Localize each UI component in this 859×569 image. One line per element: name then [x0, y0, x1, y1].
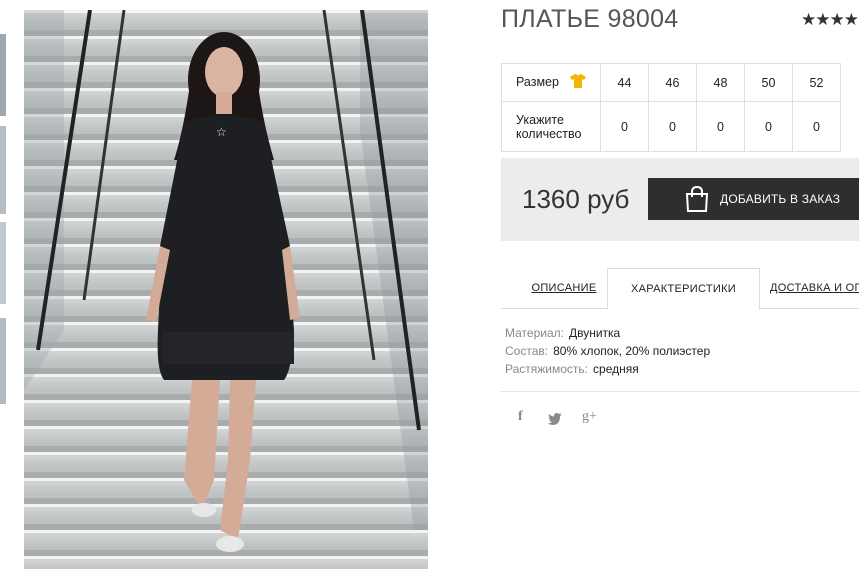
quantity-row: Укажите количество 0 0 0 0 0: [501, 101, 841, 152]
size-44: 44: [600, 63, 649, 102]
characteristic-value: средняя: [593, 362, 639, 376]
thumbnail-strip: [0, 0, 6, 569]
size-row: Размер 44 46 48 50 52: [501, 63, 841, 102]
divider: [501, 391, 859, 392]
tab-delivery[interactable]: ДОСТАВКА И ОПЛАТА: [770, 268, 859, 308]
size-label: Размер: [516, 74, 559, 89]
tab-delivery-label: ДОСТАВКА И ОПЛАТА: [770, 282, 859, 294]
size-48: 48: [696, 63, 745, 102]
tab-characteristics-label: ХАРАКТЕРИСТИКИ: [630, 283, 737, 295]
size-table: Размер 44 46 48 50 52 Укажите количество…: [501, 63, 841, 152]
size-50: 50: [744, 63, 793, 102]
thumbnail-1[interactable]: [0, 34, 6, 116]
quantity-input-46[interactable]: 0: [648, 101, 697, 152]
characteristic-row: Состав: 80% хлопок, 20% полиэстер: [505, 342, 710, 360]
thumbnail-2[interactable]: [0, 126, 6, 214]
product-photo-image: ☆: [24, 10, 428, 569]
thumbnail-4[interactable]: [0, 318, 6, 404]
characteristics-list: Материал: Двунитка Состав: 80% хлопок, 20%…: [505, 324, 710, 378]
quantity-input-52[interactable]: 0: [792, 101, 841, 152]
quantity-input-50[interactable]: 0: [744, 101, 793, 152]
characteristic-value: 80% хлопок, 20% полиэстер: [553, 344, 711, 358]
thumbnail-3[interactable]: [0, 222, 6, 304]
google-plus-icon[interactable]: g+: [582, 409, 597, 425]
quantity-label-cell: Укажите количество: [501, 101, 601, 152]
size-guide-icon[interactable]: [570, 74, 587, 91]
product-tabs: ОПИСАНИЕ ХАРАКТЕРИСТИКИ ДОСТАВКА И ОПЛАТ…: [501, 268, 859, 310]
svg-text:☆: ☆: [216, 125, 227, 139]
product-photo[interactable]: ☆: [24, 10, 428, 569]
price: 1360 руб: [522, 184, 630, 214]
add-to-order-label: ДОБАВИТЬ В ЗАКАЗ: [720, 192, 841, 206]
add-to-order-button[interactable]: ДОБАВИТЬ В ЗАКАЗ: [648, 178, 859, 220]
quantity-label-line2: количество: [516, 126, 582, 141]
characteristic-key: Растяжимость:: [505, 362, 589, 376]
characteristic-row: Растяжимость: средняя: [505, 360, 710, 378]
characteristic-key: Материал:: [505, 326, 564, 340]
characteristic-value: Двунитка: [568, 326, 621, 340]
characteristic-row: Материал: Двунитка: [505, 324, 710, 342]
size-52: 52: [792, 63, 841, 102]
shopping-bag-icon: [684, 185, 710, 215]
product-title: ПЛАТЬЕ 98004: [501, 5, 679, 33]
size-label-cell: Размер: [501, 63, 601, 102]
quantity-input-44[interactable]: 0: [600, 101, 649, 152]
rating-stars[interactable]: ★★★★: [801, 10, 859, 30]
tab-characteristics[interactable]: ХАРАКТЕРИСТИКИ: [607, 268, 760, 310]
price-box: 1360 руб ДОБАВИТЬ В ЗАКАЗ: [501, 158, 859, 241]
facebook-icon[interactable]: f: [518, 409, 523, 425]
tab-description-label: ОПИСАНИЕ: [531, 282, 597, 294]
characteristic-key: Состав:: [505, 344, 549, 358]
tab-description[interactable]: ОПИСАНИЕ: [519, 268, 609, 308]
quantity-input-48[interactable]: 0: [696, 101, 745, 152]
quantity-label-line1: Укажите: [516, 112, 564, 127]
twitter-icon[interactable]: [548, 412, 562, 428]
size-46: 46: [648, 63, 697, 102]
